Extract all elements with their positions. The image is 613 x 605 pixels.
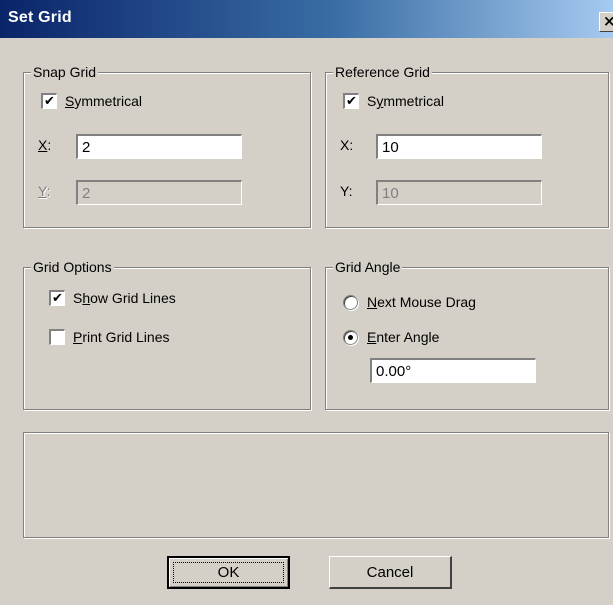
show-grid-lines-label: Show Grid Lines [73, 290, 176, 306]
reference-grid-legend: Reference Grid [333, 63, 432, 81]
enter-angle-label: Enter Angle [367, 329, 440, 345]
snap-x-input[interactable] [76, 134, 242, 159]
close-button[interactable]: × [599, 12, 613, 32]
ok-focus-ring [173, 562, 284, 583]
print-grid-lines-check-icon: ✔ [49, 329, 65, 345]
ok-button[interactable]: OK [167, 556, 290, 589]
ref-y-input [376, 180, 542, 205]
ref-x-label: X: [340, 137, 354, 153]
window-title: Set Grid [8, 9, 72, 26]
snap-symmetrical-check-icon: ✔ [41, 93, 57, 109]
grid-options-legend: Grid Options [31, 258, 114, 276]
grid-options-group: Grid Options ✔ Show Grid Lines ✔ Print G… [23, 258, 311, 410]
ref-symmetrical-checkbox[interactable]: ✔ Symmetrical [343, 93, 444, 109]
set-grid-dialog: Set Grid × Snap Grid ✔ Symmetrical X: Y:… [0, 0, 613, 605]
snap-y-input [76, 180, 242, 205]
cancel-button-label: Cancel [366, 563, 414, 581]
print-grid-lines-label: Print Grid Lines [73, 329, 170, 345]
info-panel [23, 432, 609, 538]
next-mouse-drag-radio[interactable]: Next Mouse Drag [343, 294, 476, 310]
snap-y-label: Y: [38, 183, 51, 199]
close-icon: × [603, 12, 613, 30]
snap-grid-legend: Snap Grid [31, 63, 99, 81]
next-mouse-drag-radio-icon [343, 294, 358, 310]
reference-grid-group: Reference Grid ✔ Symmetrical X: Y: [325, 63, 609, 228]
print-grid-lines-checkbox[interactable]: ✔ Print Grid Lines [49, 329, 170, 345]
enter-angle-radio[interactable]: Enter Angle [343, 329, 439, 345]
ref-x-input[interactable] [376, 134, 542, 159]
ref-symmetrical-label: Symmetrical [367, 93, 445, 109]
snap-grid-group: Snap Grid ✔ Symmetrical X: Y: [23, 63, 311, 228]
show-grid-lines-check-icon: ✔ [49, 290, 65, 306]
enter-angle-radio-icon [343, 329, 358, 345]
cancel-button[interactable]: Cancel [329, 556, 452, 589]
title-bar[interactable]: Set Grid × [0, 0, 613, 38]
ref-symmetrical-check-icon: ✔ [343, 93, 359, 109]
snap-symmetrical-checkbox[interactable]: ✔ Symmetrical [41, 93, 142, 109]
show-grid-lines-checkbox[interactable]: ✔ Show Grid Lines [49, 290, 176, 306]
angle-input[interactable] [370, 358, 536, 383]
ref-y-label: Y: [340, 183, 353, 199]
grid-angle-legend: Grid Angle [333, 258, 403, 276]
snap-symmetrical-label: Symmetrical [65, 93, 143, 109]
grid-angle-group: Grid Angle Next Mouse Drag Enter Angle [325, 258, 609, 410]
next-mouse-drag-label: Next Mouse Drag [367, 294, 476, 310]
snap-x-label: X: [38, 137, 52, 153]
